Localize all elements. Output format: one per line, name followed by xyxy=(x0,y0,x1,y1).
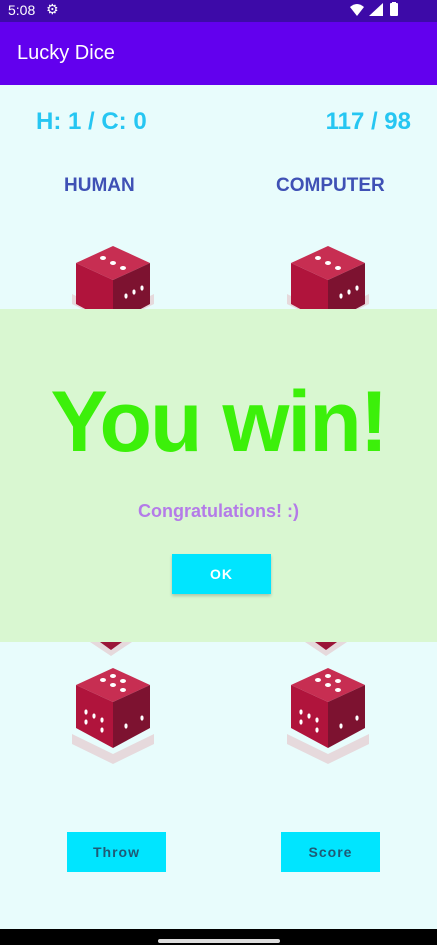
score-button[interactable]: Score xyxy=(281,832,380,872)
total-points-score: 117 / 98 xyxy=(325,108,411,135)
dialog-title: You win! xyxy=(50,374,389,470)
status-icons xyxy=(349,2,411,22)
home-gesture-handle[interactable] xyxy=(158,939,280,943)
app-title: Lucky Dice xyxy=(17,42,115,64)
human-die-hidden-edge xyxy=(90,642,132,656)
navigation-bar xyxy=(0,929,437,945)
human-die-2[interactable] xyxy=(70,664,156,764)
round-wins-score: H: 1 / C: 0 xyxy=(36,108,147,135)
dialog-message: Congratulations! :) xyxy=(138,501,299,521)
computer-label: COMPUTER xyxy=(276,175,385,196)
win-dialog: You win! Congratulations! :) OK xyxy=(0,309,437,642)
status-time: 5:08 xyxy=(8,2,36,18)
ok-button[interactable]: OK xyxy=(172,554,271,594)
computer-die-hidden-edge xyxy=(305,642,347,656)
status-bar: 5:08 ⚙ xyxy=(0,0,437,22)
settings-gear-icon: ⚙ xyxy=(46,2,59,18)
wifi-signal-battery-icon xyxy=(350,2,398,16)
computer-die-2[interactable] xyxy=(285,664,371,764)
app-bar: Lucky Dice xyxy=(0,22,437,85)
human-label: HUMAN xyxy=(64,175,135,196)
throw-button[interactable]: Throw xyxy=(67,832,166,872)
